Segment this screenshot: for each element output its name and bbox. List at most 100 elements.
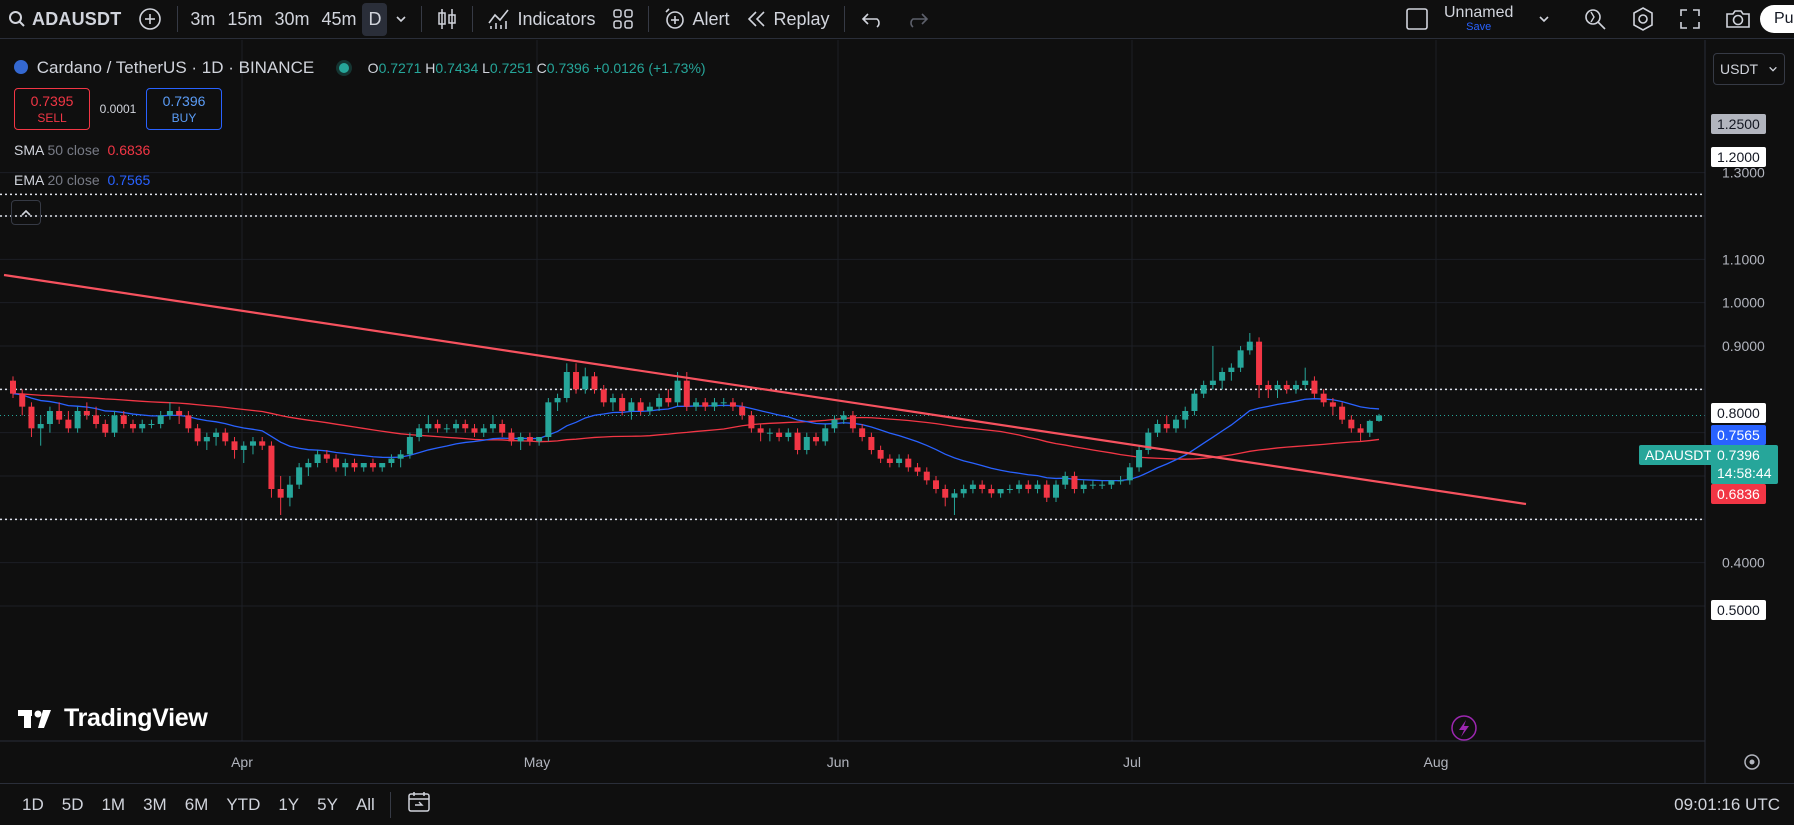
candle-body	[600, 389, 607, 403]
range-5y[interactable]: 5Y	[308, 795, 347, 815]
calendar-icon	[408, 792, 430, 812]
candle-body	[222, 432, 229, 442]
chevron-down-icon	[1539, 16, 1549, 23]
candle-body	[397, 454, 404, 459]
candles-icon	[438, 9, 457, 29]
alert-button[interactable]: Alert	[655, 0, 738, 38]
utc-clock[interactable]: 09:01:16 UTC	[1674, 795, 1780, 815]
candle-body	[1117, 480, 1124, 482]
sell-label: SELL	[37, 111, 67, 125]
candle-body	[923, 471, 930, 481]
interval-3m[interactable]: 3m	[184, 9, 221, 30]
candle-body	[185, 415, 192, 429]
change-value: +0.0126 (+1.73%)	[593, 60, 706, 76]
candle-body	[1237, 350, 1244, 368]
candle-body	[702, 402, 709, 407]
publish-button[interactable]: Pu	[1760, 5, 1794, 33]
range-1d[interactable]: 1D	[0, 795, 53, 815]
fullscreen-button[interactable]	[1670, 0, 1710, 38]
level-label-0-80[interactable]: 0.8000	[1711, 403, 1766, 423]
candle-body	[656, 398, 663, 407]
range-ytd[interactable]: YTD	[217, 795, 269, 815]
candle-body	[1246, 341, 1253, 351]
tradingview-logo[interactable]: TradingView	[18, 704, 208, 733]
candle-body	[517, 437, 524, 442]
candle-body	[1191, 393, 1198, 411]
sell-price: 0.7395	[30, 93, 74, 109]
symbol-search-button[interactable]: ADAUSDT	[0, 0, 129, 38]
interval-d[interactable]: D	[362, 2, 388, 36]
horizontal-levels[interactable]	[0, 193, 1705, 521]
buy-button[interactable]: 0.7396 BUY	[146, 88, 222, 130]
candle-body	[1256, 341, 1263, 385]
market-status-icon[interactable]	[338, 63, 349, 73]
quick-search-button[interactable]	[1574, 0, 1616, 38]
goto-date-button[interactable]	[397, 790, 441, 819]
indicators-icon	[488, 9, 510, 29]
interval-45m[interactable]: 45m	[315, 9, 362, 30]
symbol-name: ADAUSDT	[32, 8, 122, 29]
candle-body	[619, 398, 626, 411]
snapshot-button[interactable]	[1716, 0, 1760, 38]
candle-body	[933, 480, 939, 489]
multi-layout-button[interactable]	[1396, 0, 1438, 38]
range-3m[interactable]: 3M	[134, 795, 176, 815]
undo-button[interactable]	[851, 0, 895, 38]
candle-body	[1034, 484, 1041, 489]
candle-body	[28, 406, 35, 429]
range-6m[interactable]: 6M	[176, 795, 218, 815]
range-5d[interactable]: 5D	[53, 795, 93, 815]
candle-body	[776, 432, 783, 437]
collapse-legend-button[interactable]	[11, 200, 41, 225]
level-label-1-25[interactable]: 1.2500	[1711, 114, 1766, 134]
candle-body	[1320, 393, 1327, 403]
candle-body	[969, 484, 976, 489]
interval-dropdown-button[interactable]	[387, 0, 415, 38]
interval-30m[interactable]: 30m	[268, 9, 315, 30]
layout-name-button[interactable]: Unnamed Save	[1436, 0, 1521, 38]
chart-type-button[interactable]	[428, 0, 466, 38]
range-1y[interactable]: 1Y	[269, 795, 308, 815]
level-label-1-20[interactable]: 1.2000	[1711, 147, 1766, 167]
candle-body	[914, 467, 921, 472]
candle-body	[665, 398, 672, 403]
candle-body	[120, 415, 127, 424]
candle-body	[194, 428, 201, 442]
level-label-0-50[interactable]: 0.5000	[1711, 600, 1766, 620]
interval-15m[interactable]: 15m	[221, 9, 268, 30]
candle-body	[1311, 380, 1318, 394]
templates-button[interactable]	[604, 0, 642, 38]
replay-button[interactable]: Replay	[738, 0, 838, 38]
range-1m[interactable]: 1M	[92, 795, 134, 815]
compare-symbol-button[interactable]	[129, 0, 171, 38]
candle-body	[56, 411, 63, 420]
symbol-title[interactable]: Cardano / TetherUS · 1D · BINANCE	[37, 58, 314, 77]
quick-search-icon	[1585, 9, 1606, 30]
layout-menu-button[interactable]	[1530, 0, 1558, 38]
axis-settings-icon[interactable]	[1744, 754, 1760, 770]
settings-button[interactable]	[1622, 0, 1664, 38]
candle-body	[203, 437, 210, 442]
open-key: O	[367, 60, 379, 76]
redo-button[interactable]	[895, 0, 939, 38]
range-all[interactable]: All	[347, 795, 384, 815]
candle-body	[609, 398, 616, 403]
bottom-toolbar: 1D 5D 1M 3M 6M YTD 1Y 5Y All 09:01:16 UT…	[0, 783, 1794, 825]
candle-body	[240, 445, 247, 450]
candlestick-series[interactable]	[10, 333, 1383, 515]
indicators-button[interactable]: Indicators	[479, 0, 603, 38]
chart-canvas[interactable]: 1.30001.10001.00000.90000.60000.40000.30…	[0, 40, 1794, 783]
candle-body	[19, 393, 26, 407]
lightning-icon[interactable]	[1451, 715, 1477, 741]
candle-body	[425, 424, 432, 429]
sell-button[interactable]: 0.7395 SELL	[14, 88, 90, 130]
currency-select[interactable]: USDT	[1713, 53, 1785, 85]
candle-body	[231, 441, 238, 450]
ema-indicator-legend[interactable]: EMA 20 close 0.7565	[14, 172, 150, 188]
sma-indicator-legend[interactable]: SMA 50 close 0.6836	[14, 142, 150, 158]
price-tick-label: 1.1000	[1722, 251, 1765, 267]
candle-body	[1089, 484, 1096, 486]
candle-body	[859, 428, 866, 437]
open-value: 0.7271	[378, 60, 422, 76]
candle-body	[1062, 476, 1069, 485]
